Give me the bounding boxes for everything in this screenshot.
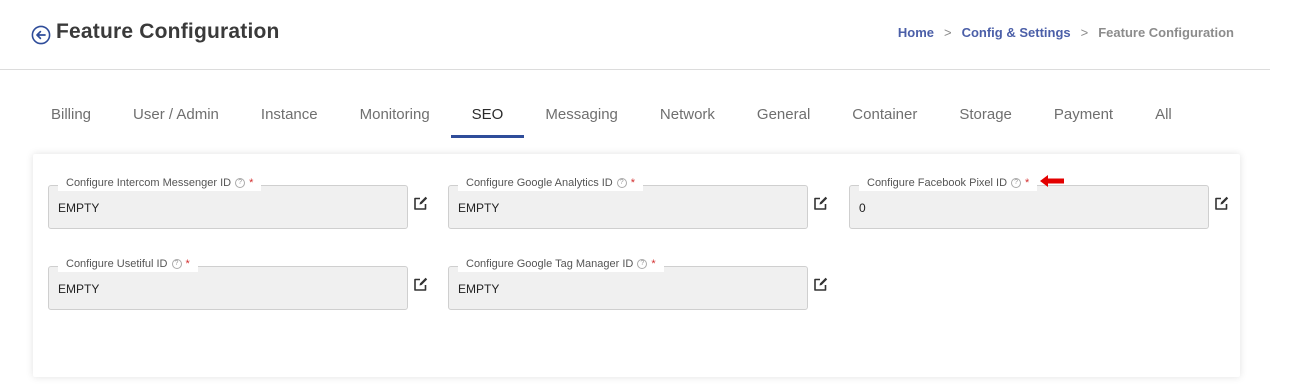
field-label: Configure Usetiful ID ? * bbox=[58, 256, 198, 272]
facebook-pixel-id-input[interactable]: 0 bbox=[849, 185, 1209, 229]
intercom-messenger-id-input[interactable]: EMPTY bbox=[48, 185, 408, 229]
breadcrumb: Home > Config & Settings > Feature Confi… bbox=[898, 25, 1234, 40]
arrow-left-circle-icon[interactable] bbox=[31, 25, 51, 45]
tab-network[interactable]: Network bbox=[639, 96, 736, 136]
tab-container[interactable]: Container bbox=[831, 96, 938, 136]
chevron-right-icon: > bbox=[943, 25, 952, 40]
breadcrumb-current: Feature Configuration bbox=[1098, 25, 1234, 40]
google-analytics-id-field: EMPTY Configure Google Analytics ID ? * bbox=[448, 175, 808, 229]
tab-payment[interactable]: Payment bbox=[1033, 96, 1134, 136]
edit-icon[interactable] bbox=[413, 195, 429, 211]
breadcrumb-home-link[interactable]: Home bbox=[898, 25, 934, 40]
help-icon[interactable]: ? bbox=[235, 178, 246, 188]
edit-icon[interactable] bbox=[1214, 195, 1230, 211]
required-marker: * bbox=[630, 177, 636, 189]
edit-icon[interactable] bbox=[813, 195, 829, 211]
edit-icon[interactable] bbox=[813, 276, 829, 292]
required-marker: * bbox=[185, 258, 190, 270]
field-value: EMPTY bbox=[458, 282, 500, 296]
google-tag-manager-id-field: EMPTY Configure Google Tag Manager ID ? … bbox=[448, 256, 808, 310]
field-label: Configure Intercom Messenger ID ? * bbox=[58, 175, 262, 191]
seo-settings-card: EMPTY Configure Intercom Messenger ID ? … bbox=[33, 154, 1240, 377]
field-label: Configure Google Tag Manager ID ? * bbox=[458, 256, 664, 272]
tab-instance[interactable]: Instance bbox=[240, 96, 339, 136]
tab-general[interactable]: General bbox=[736, 96, 831, 136]
tab-seo[interactable]: SEO bbox=[450, 96, 525, 138]
help-icon[interactable]: ? bbox=[171, 259, 182, 269]
required-marker: * bbox=[651, 258, 656, 270]
field-label-text: Configure Google Tag Manager ID bbox=[466, 258, 634, 270]
tab-monitoring[interactable]: Monitoring bbox=[339, 96, 451, 136]
facebook-pixel-id-field: 0 Configure Facebook Pixel ID ? * bbox=[849, 175, 1209, 229]
usetiful-id-input[interactable]: EMPTY bbox=[48, 266, 408, 310]
tab-messaging[interactable]: Messaging bbox=[524, 96, 639, 136]
field-label-text: Configure Usetiful ID bbox=[66, 258, 168, 270]
page-header: Feature Configuration Home > Config & Se… bbox=[0, 0, 1270, 70]
field-label-text: Configure Google Analytics ID bbox=[466, 177, 613, 189]
field-label-text: Configure Intercom Messenger ID bbox=[66, 177, 232, 189]
help-icon[interactable]: ? bbox=[637, 259, 648, 269]
field-value: 0 bbox=[859, 201, 866, 215]
red-arrow-annotation-icon bbox=[1040, 175, 1064, 187]
chevron-right-icon: > bbox=[1080, 25, 1089, 40]
tab-billing[interactable]: Billing bbox=[30, 96, 112, 136]
tab-user-admin[interactable]: User / Admin bbox=[112, 96, 240, 136]
page-title: Feature Configuration bbox=[56, 20, 280, 43]
field-value: EMPTY bbox=[58, 282, 100, 296]
required-marker: * bbox=[1025, 177, 1030, 189]
breadcrumb-config-settings-link[interactable]: Config & Settings bbox=[962, 25, 1071, 40]
tab-storage[interactable]: Storage bbox=[938, 96, 1033, 136]
feature-configuration-page: Feature Configuration Home > Config & Se… bbox=[0, 0, 1293, 387]
intercom-messenger-id-field: EMPTY Configure Intercom Messenger ID ? … bbox=[48, 175, 408, 229]
field-label: Configure Google Analytics ID ? * bbox=[458, 175, 644, 191]
field-value: EMPTY bbox=[458, 201, 500, 215]
usetiful-id-field: EMPTY Configure Usetiful ID ? * bbox=[48, 256, 408, 310]
google-analytics-id-input[interactable]: EMPTY bbox=[448, 185, 808, 229]
help-icon[interactable]: ? bbox=[616, 178, 627, 188]
field-value: EMPTY bbox=[58, 201, 100, 215]
google-tag-manager-id-input[interactable]: EMPTY bbox=[448, 266, 808, 310]
field-label: Configure Facebook Pixel ID ? * bbox=[859, 175, 1038, 191]
required-marker: * bbox=[249, 177, 254, 189]
field-label-text: Configure Facebook Pixel ID bbox=[867, 177, 1008, 189]
edit-icon[interactable] bbox=[413, 276, 429, 292]
settings-tabs: Billing User / Admin Instance Monitoring… bbox=[30, 96, 1193, 138]
tab-all[interactable]: All bbox=[1134, 96, 1193, 136]
help-icon[interactable]: ? bbox=[1011, 178, 1022, 188]
